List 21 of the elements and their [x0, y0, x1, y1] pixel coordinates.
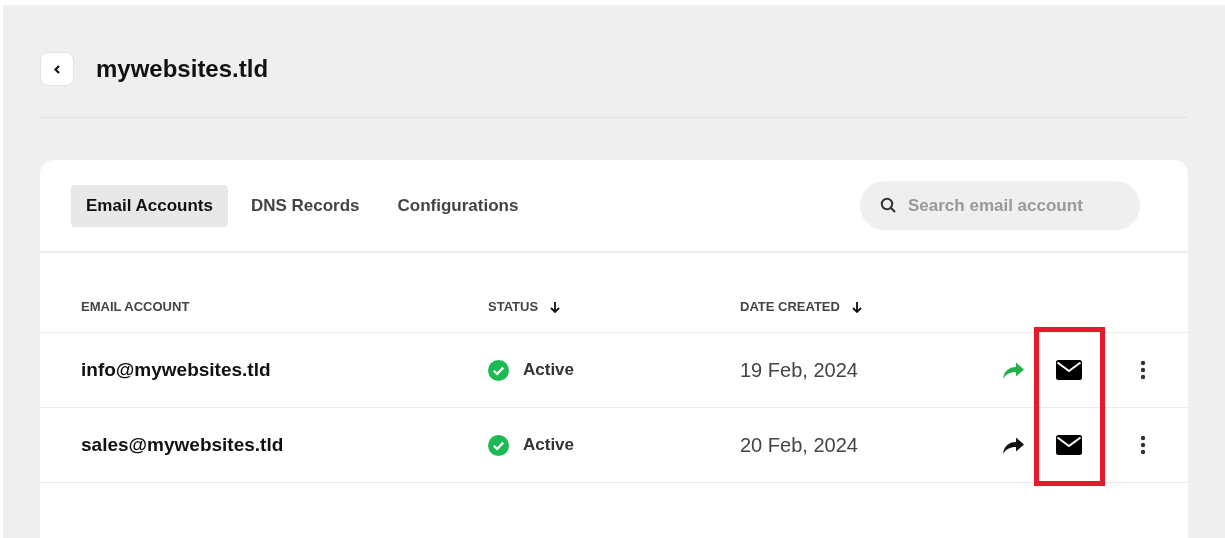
- column-header: EMAIL ACCOUNT: [81, 299, 190, 314]
- tab[interactable]: Configurations: [382, 184, 534, 227]
- sort-arrow-icon[interactable]: [550, 300, 561, 313]
- column-header: DATE CREATED: [740, 299, 840, 314]
- page-title: mywebsites.tld: [96, 55, 269, 83]
- date-created: 20 Feb, 2024: [740, 433, 859, 457]
- more-options-icon[interactable]: [1140, 360, 1146, 380]
- status-label: Active: [523, 435, 575, 455]
- email-address: sales@mywebsites.tld: [80, 434, 285, 456]
- more-options-icon[interactable]: [1140, 435, 1146, 455]
- status-label: Active: [523, 360, 575, 380]
- envelope-icon[interactable]: [1056, 435, 1082, 455]
- chevron-left-icon: [53, 63, 61, 75]
- column-header: STATUS: [488, 299, 539, 314]
- email-address: info@mywebsites.tld: [80, 359, 272, 381]
- tab[interactable]: Email Accounts: [71, 184, 228, 227]
- envelope-icon[interactable]: [1056, 360, 1082, 380]
- date-created: 19 Feb, 2024: [740, 358, 859, 382]
- tab[interactable]: DNS Records: [235, 184, 375, 227]
- search-field[interactable]: Search email account: [860, 181, 1140, 230]
- sort-arrow-icon[interactable]: [851, 300, 862, 313]
